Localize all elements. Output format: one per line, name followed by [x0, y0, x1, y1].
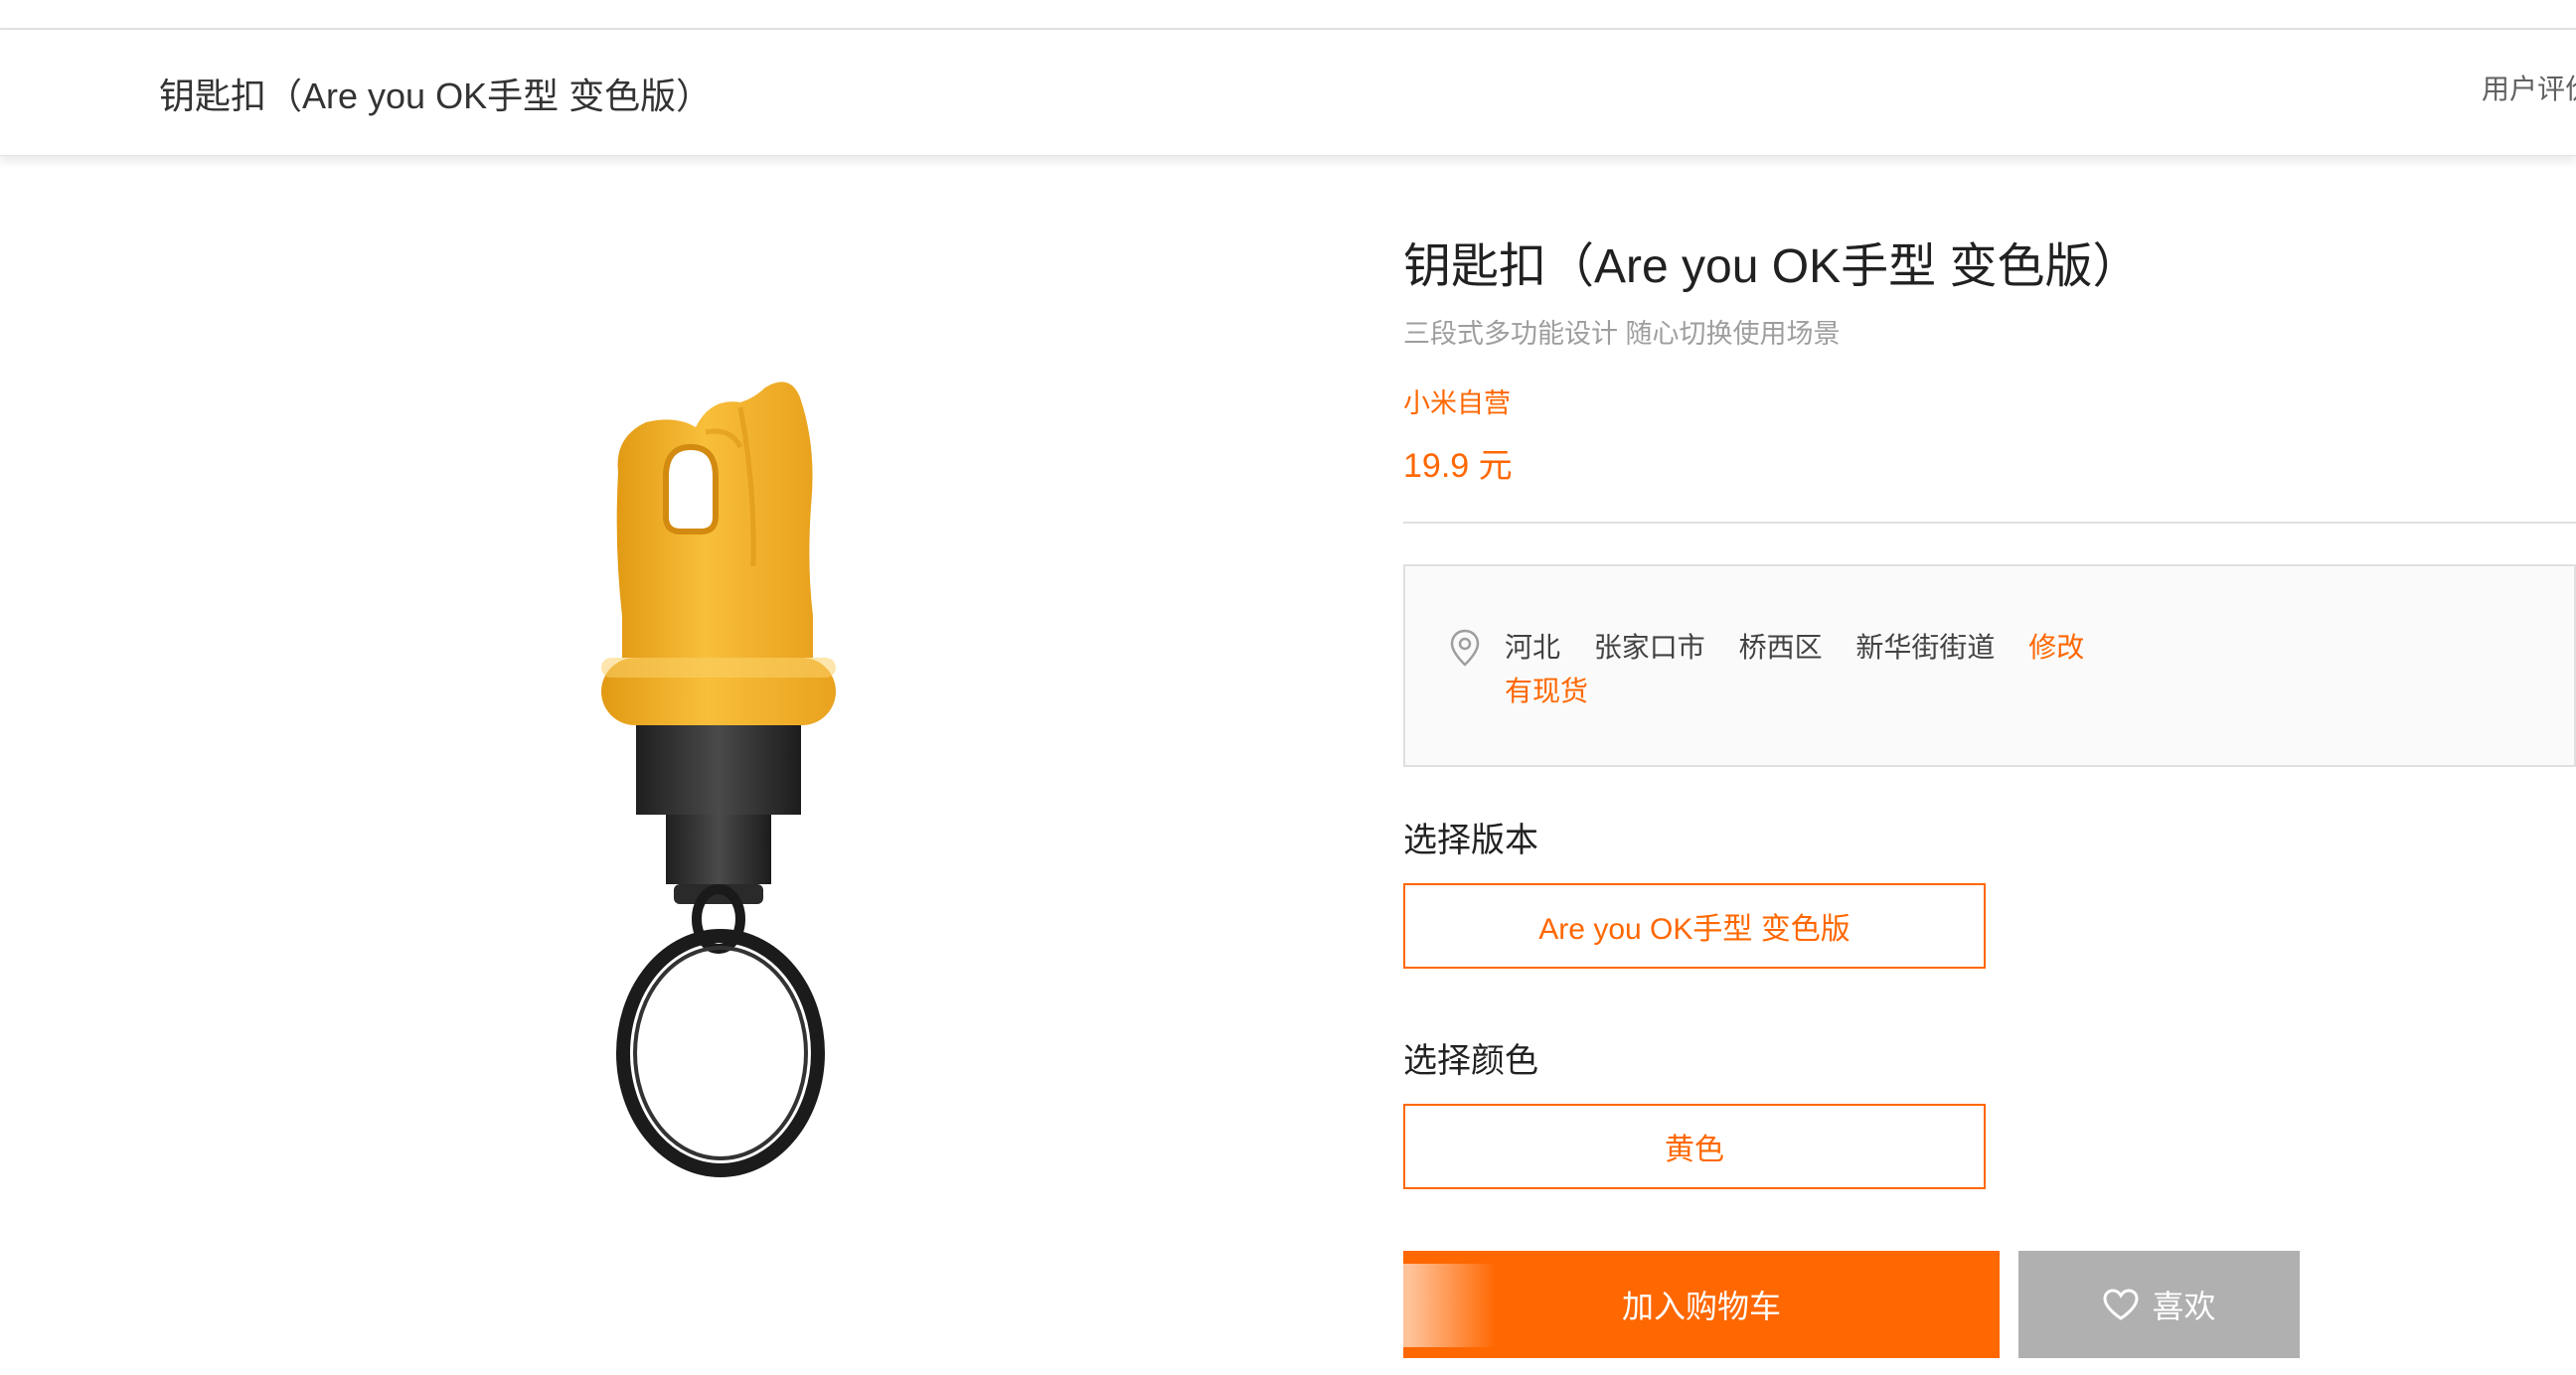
address-district: 桥西区	[1738, 632, 1823, 663]
product-price: 19.9 元	[1403, 447, 1513, 485]
add-to-cart-button[interactable]: 加入购物车	[1403, 1251, 2000, 1358]
user-reviews-link[interactable]: 用户评价	[2482, 68, 2576, 107]
heart-icon	[2103, 1289, 2139, 1320]
version-option[interactable]: Are you OK手型 变色版	[1403, 883, 1986, 969]
delivery-address-box: 河北 张家口市 桥西区 新华街街道 修改 有现货	[1403, 564, 2576, 767]
like-label: 喜欢	[2152, 1289, 2216, 1324]
top-strip	[0, 0, 2576, 30]
product-title: 钥匙扣（Are you OK手型 变色版）	[1403, 240, 2141, 293]
product-subtitle: 三段式多功能设计 随心切换使用场景	[1403, 319, 1841, 349]
product-image	[557, 368, 875, 1192]
sticky-header: 钥匙扣（Are you OK手型 变色版） 用户评价	[0, 30, 2576, 156]
location-pin-icon	[1450, 629, 1480, 667]
address-street: 新华街街道	[1855, 632, 1996, 663]
version-label: 选择版本	[1403, 822, 1538, 859]
add-to-cart-label: 加入购物车	[1621, 1289, 1781, 1324]
address-line: 河北 张家口市 桥西区 新华街街道 修改	[1505, 626, 2084, 666]
color-option[interactable]: 黄色	[1403, 1104, 1986, 1189]
address-city: 张家口市	[1593, 632, 1705, 663]
like-button[interactable]: 喜欢	[2018, 1251, 2300, 1358]
stock-status: 有现货	[1505, 676, 1589, 706]
color-label: 选择颜色	[1403, 1042, 1538, 1080]
seller-badge: 小米自营	[1403, 388, 1511, 418]
divider	[1403, 522, 2576, 524]
address-province: 河北	[1505, 632, 1561, 663]
sticky-product-title: 钥匙扣（Are you OK手型 变色版）	[159, 76, 713, 116]
edit-address-link[interactable]: 修改	[2028, 632, 2084, 663]
ok-hand-keychain-image	[601, 382, 836, 1177]
